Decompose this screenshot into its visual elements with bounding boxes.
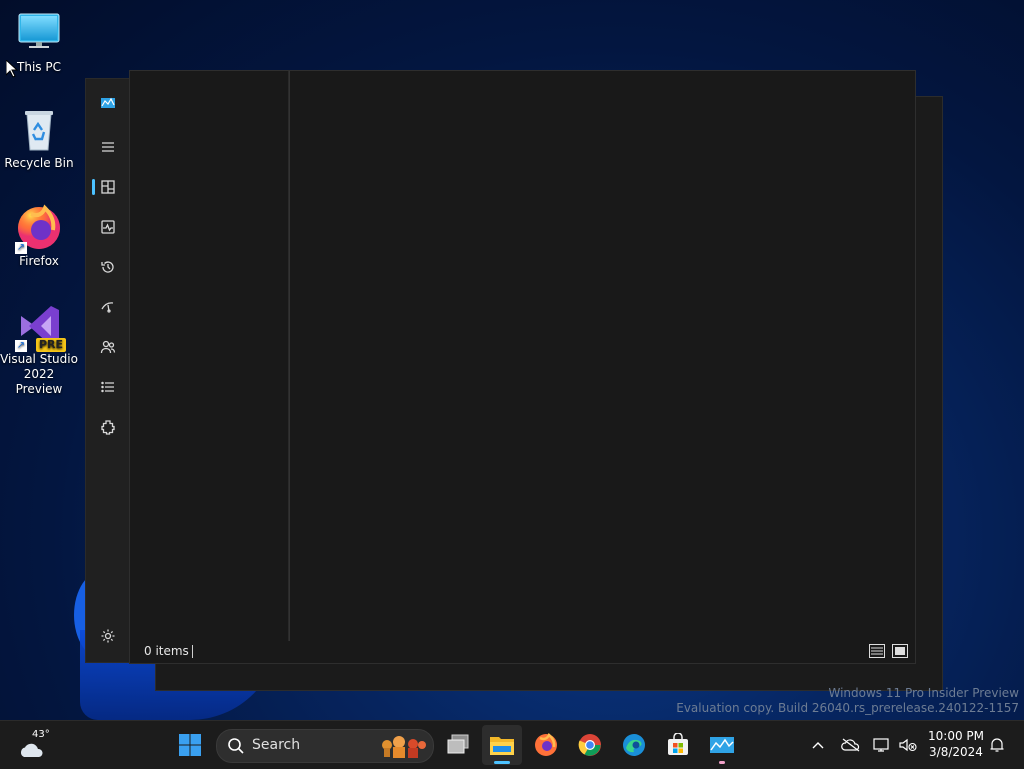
recycle-bin-icon (15, 106, 63, 154)
desktop-icon-firefox[interactable]: ↗ Firefox (0, 204, 78, 269)
search-icon (228, 738, 244, 754)
task-manager-icon (710, 737, 734, 753)
task-manager-window: 0 items (129, 70, 916, 664)
watermark-line-2: Evaluation copy. Build 26040.rs_prerelea… (676, 701, 1019, 715)
content-area (290, 71, 915, 641)
tiles-view-icon (892, 644, 908, 658)
onedrive-tray-button[interactable] (838, 729, 864, 761)
shortcut-arrow-icon: ↗ (15, 340, 27, 352)
visual-studio-icon: PRE ↗ (15, 302, 66, 352)
menu-icon[interactable] (86, 131, 130, 163)
start-button[interactable] (170, 725, 210, 765)
mouse-cursor-icon (5, 58, 19, 82)
open-app-indicator (719, 761, 725, 764)
edge-taskbar-button[interactable] (614, 725, 654, 765)
chrome-taskbar-button[interactable] (570, 725, 610, 765)
cloud-offline-icon (841, 738, 860, 752)
start-icon (179, 734, 201, 756)
navigation-rail (85, 78, 131, 663)
taskbar: 43° Search 10:00 PM 3/8/2024 (0, 720, 1024, 769)
network-tray-button[interactable] (870, 729, 894, 761)
taskbar-clock[interactable]: 10:00 PM 3/8/2024 (920, 728, 992, 760)
desktop-icon-label: Recycle Bin (4, 156, 74, 170)
performance-icon[interactable] (86, 211, 130, 243)
details-view-button[interactable] (869, 643, 885, 659)
show-hidden-icons-button[interactable] (806, 729, 830, 761)
search-placeholder: Search (252, 737, 301, 753)
left-pane (130, 71, 289, 641)
users-icon[interactable] (86, 331, 130, 363)
file-explorer-icon (490, 737, 514, 755)
firefox-icon (535, 733, 557, 756)
volume-tray-button[interactable] (896, 729, 920, 761)
this-pc-icon (15, 10, 63, 58)
items-count: 0 items (144, 644, 189, 658)
chevron-up-icon (812, 742, 824, 749)
task-view-button[interactable] (438, 725, 478, 765)
firefox-icon: ↗ (15, 204, 63, 254)
status-bar: 0 items (130, 641, 915, 663)
details-view-icon (869, 644, 885, 658)
details-icon[interactable] (86, 371, 130, 403)
file-explorer-button[interactable] (482, 725, 522, 765)
task-view-icon (447, 734, 469, 754)
task-manager-taskbar-button[interactable] (702, 725, 742, 765)
microsoft-store-icon (668, 733, 688, 755)
services-icon[interactable] (86, 411, 130, 443)
processes-icon[interactable] (86, 171, 130, 203)
chrome-icon (578, 734, 601, 756)
active-app-indicator (494, 761, 510, 764)
cloud-icon (20, 743, 43, 757)
clock-date: 3/8/2024 (929, 745, 983, 759)
desktop-icon-label: Firefox (19, 254, 59, 268)
desktop-icon-recycle-bin[interactable]: Recycle Bin (0, 106, 78, 171)
taskbar-search[interactable]: Search (216, 729, 434, 763)
startup-apps-icon[interactable] (86, 291, 130, 323)
app-logo-icon (86, 87, 130, 119)
weather-widget[interactable]: 43° (14, 729, 74, 761)
app-history-icon[interactable] (86, 251, 130, 283)
desktop-icon-visual-studio[interactable]: PRE ↗ Visual Studio 2022 Preview (0, 302, 78, 397)
bell-icon (990, 738, 1004, 752)
notifications-button[interactable] (986, 729, 1008, 761)
clock-time: 10:00 PM (928, 729, 984, 743)
watermark-line-1: Windows 11 Pro Insider Preview (828, 686, 1019, 700)
desktop-icon-label: Visual Studio 2022 Preview (0, 352, 78, 396)
search-highlight-icon (377, 733, 429, 759)
firefox-taskbar-button[interactable] (526, 725, 566, 765)
shortcut-arrow-icon: ↗ (15, 242, 27, 254)
status-separator (192, 645, 193, 658)
tiles-view-button[interactable] (892, 643, 908, 659)
weather-temp: 43° (32, 729, 50, 740)
pre-badge: PRE (35, 338, 66, 352)
edge-icon (623, 734, 645, 756)
network-icon (873, 738, 889, 752)
windows-watermark: Windows 11 Pro Insider Preview Evaluatio… (676, 686, 1019, 716)
volume-muted-icon (899, 738, 917, 752)
store-taskbar-button[interactable] (658, 725, 698, 765)
settings-icon[interactable] (86, 620, 130, 652)
